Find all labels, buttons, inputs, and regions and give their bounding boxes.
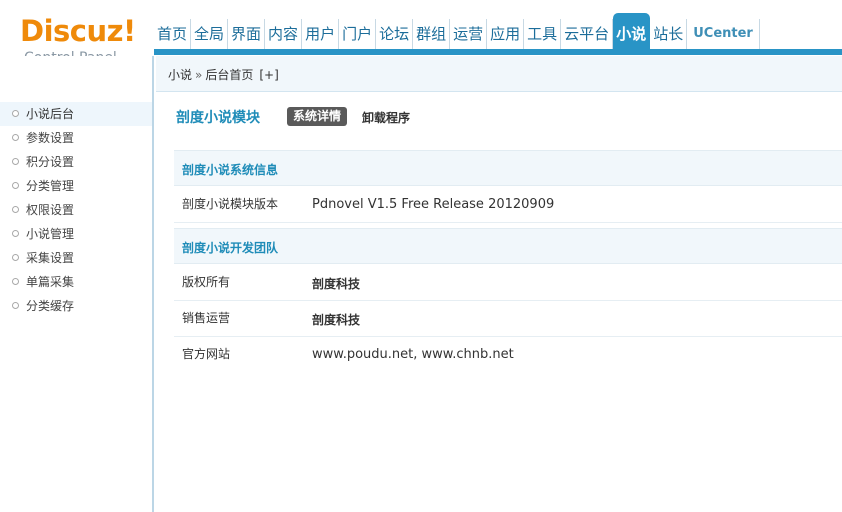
- nav-item-content[interactable]: 内容: [265, 19, 303, 49]
- sidebar-item-novel-home[interactable]: 小说后台: [0, 102, 152, 126]
- website-links[interactable]: www.poudu.net, www.chnb.net: [312, 347, 514, 362]
- sidebar-item-category-cache[interactable]: 分类缓存: [0, 294, 152, 318]
- nav-item-user[interactable]: 用户: [302, 19, 340, 49]
- sidebar-item-label: 分类缓存: [26, 299, 75, 313]
- tab-uninstall[interactable]: 卸载程序: [362, 109, 410, 126]
- sidebar-item-label: 小说管理: [26, 227, 75, 241]
- breadcrumb-bar: 小说» 后台首页 [+]: [156, 56, 842, 92]
- table-row: 剖度小说模块版本 Pdnovel V1.5 Free Release 20120…: [174, 187, 842, 223]
- section-title: 剖度小说系统信息: [182, 163, 279, 177]
- row-label: 销售运营: [182, 311, 231, 325]
- sidebar-item-params[interactable]: 参数设置: [0, 126, 152, 150]
- bullet-icon: [12, 254, 19, 261]
- nav-item-extended[interactable]: 运营: [450, 19, 488, 49]
- row-label: 版权所有: [182, 275, 231, 289]
- breadcrumb: 小说» 后台首页 [+]: [168, 66, 279, 83]
- sidebar-item-novel-manage[interactable]: 小说管理: [0, 222, 152, 246]
- bullet-icon: [12, 278, 19, 285]
- bullet-icon: [12, 110, 19, 117]
- sidebar-item-label: 参数设置: [26, 131, 75, 145]
- nav-item-global[interactable]: 全局: [191, 19, 229, 49]
- bullet-icon: [12, 134, 19, 141]
- nav-item-novel[interactable]: 小说: [613, 13, 651, 49]
- breadcrumb-current: 后台首页: [205, 68, 254, 82]
- add-shortcut-button[interactable]: [+]: [259, 68, 278, 82]
- bullet-icon: [12, 230, 19, 237]
- sidebar-item-categories[interactable]: 分类管理: [0, 174, 152, 198]
- breadcrumb-root[interactable]: 小说: [168, 68, 192, 82]
- nav-item-group[interactable]: 群组: [413, 19, 451, 49]
- row-label: 官方网站: [182, 347, 231, 361]
- sidebar-menu: 小说后台 参数设置 积分设置 分类管理 权限设置 小说管理 采集设置 单篇采集 …: [0, 102, 152, 318]
- nav-item-tools[interactable]: 工具: [524, 19, 562, 49]
- bullet-icon: [12, 158, 19, 165]
- tab-system-detail[interactable]: 系统详情: [287, 107, 348, 126]
- sidebar-item-single-collect[interactable]: 单篇采集: [0, 270, 152, 294]
- nav-item-style[interactable]: 界面: [228, 19, 266, 49]
- sidebar-item-label: 分类管理: [26, 179, 75, 193]
- breadcrumb-separator: »: [195, 68, 203, 82]
- section-header-system-info: 剖度小说系统信息: [174, 150, 842, 186]
- bullet-icon: [12, 302, 19, 309]
- bullet-icon: [12, 182, 19, 189]
- nav-item-cloud[interactable]: 云平台: [561, 19, 614, 49]
- sidebar-item-label: 小说后台: [26, 107, 75, 121]
- row-value: Pdnovel V1.5 Free Release 20120909: [312, 197, 555, 212]
- logo-brand: Discuz!: [20, 14, 136, 48]
- row-label: 剖度小说模块版本: [182, 197, 279, 211]
- nav-item-portal[interactable]: 门户: [339, 19, 377, 49]
- sidebar-item-credits[interactable]: 积分设置: [0, 150, 152, 174]
- nav-item-forum[interactable]: 论坛: [376, 19, 414, 49]
- nav-item-ucenter[interactable]: UCenter: [687, 19, 760, 49]
- row-value: 剖度科技: [312, 277, 361, 291]
- row-value: 剖度科技: [312, 313, 361, 327]
- nav-item-home[interactable]: 首页: [154, 19, 192, 49]
- header: Discuz! Control Panel 首页 全局 界面 内容 用户 门户 …: [0, 0, 842, 66]
- top-nav-bar: 首页 全局 界面 内容 用户 门户 论坛 群组 运营 应用 工具 云平台 小说 …: [154, 13, 842, 55]
- top-nav: 首页 全局 界面 内容 用户 门户 论坛 群组 运营 应用 工具 云平台 小说 …: [154, 13, 760, 49]
- sidebar-item-label: 单篇采集: [26, 275, 75, 289]
- nav-underline: [154, 49, 842, 55]
- bullet-icon: [12, 206, 19, 213]
- sidebar-item-permissions[interactable]: 权限设置: [0, 198, 152, 222]
- nav-item-plugin[interactable]: 应用: [487, 19, 525, 49]
- table-row: 官方网站 www.poudu.net, www.chnb.net: [174, 337, 842, 373]
- sidebar-item-label: 权限设置: [26, 203, 75, 217]
- nav-item-founder[interactable]: 站长: [650, 19, 688, 49]
- sidebar-item-label: 采集设置: [26, 251, 75, 265]
- section-header-dev-team: 剖度小说开发团队: [174, 228, 842, 264]
- section-title: 剖度小说开发团队: [182, 241, 279, 255]
- table-row: 版权所有 剖度科技: [174, 265, 842, 301]
- sidebar-item-label: 积分设置: [26, 155, 75, 169]
- sidebar-item-collect-settings[interactable]: 采集设置: [0, 246, 152, 270]
- page-title: 剖度小说模块: [176, 110, 260, 126]
- table-row: 销售运营 剖度科技: [174, 301, 842, 337]
- main-content: 剖度小说模块 系统详情 卸载程序 剖度小说系统信息 剖度小说模块版本 Pdnov…: [156, 93, 842, 512]
